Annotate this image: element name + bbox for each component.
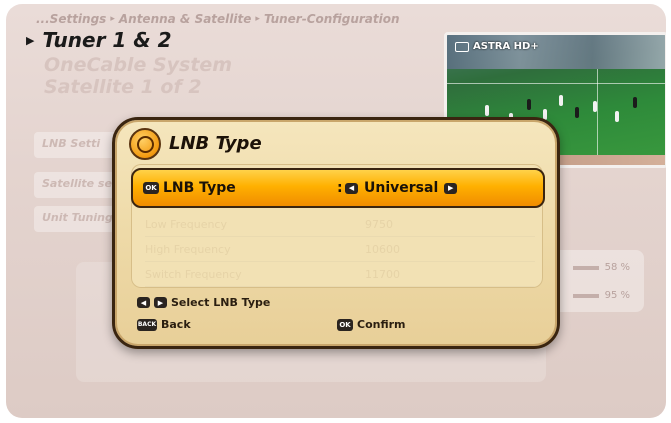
player bbox=[593, 101, 597, 112]
player bbox=[485, 105, 489, 116]
confirm-hint-text: Confirm bbox=[357, 318, 406, 331]
row-value: 10600 bbox=[365, 242, 400, 256]
breadcrumb-item-settings[interactable]: ...Settings bbox=[36, 12, 106, 26]
lnb-type-value[interactable]: ◀ Universal ▶ bbox=[345, 180, 458, 196]
quality-bar bbox=[572, 293, 599, 298]
breadcrumb-item-tuner-config[interactable]: Tuner-Configuration bbox=[264, 12, 400, 26]
breadcrumb: ...Settings ▸ Antenna & Satellite ▸ Tune… bbox=[36, 12, 400, 26]
player bbox=[615, 111, 619, 122]
row-value: 9750 bbox=[365, 217, 393, 231]
system-subtitle: OneCable System bbox=[44, 54, 233, 76]
row-label: High Frequency bbox=[145, 242, 231, 256]
signal-value: 58 % bbox=[604, 262, 630, 273]
tv-icon bbox=[455, 41, 469, 52]
channel-name: ASTRA HD+ bbox=[473, 41, 539, 52]
lnb-type-row[interactable]: OK LNB Type : ◀ Universal ▶ bbox=[131, 168, 545, 208]
back-hint[interactable]: BACK Back bbox=[137, 318, 191, 331]
back-key-icon: BACK bbox=[137, 318, 157, 331]
confirm-hint[interactable]: OK Confirm bbox=[337, 318, 406, 331]
page-title: ▶ Tuner 1 & 2 bbox=[26, 28, 172, 52]
row-label: Switch Frequency bbox=[145, 267, 242, 281]
signal-bar bbox=[572, 265, 599, 270]
breadcrumb-separator-icon: ▸ bbox=[255, 14, 260, 24]
lnb-type-value-text: Universal bbox=[364, 180, 439, 196]
arrow-right-icon[interactable]: ▶ bbox=[444, 182, 458, 194]
pitch-line bbox=[597, 69, 598, 159]
select-hint: ◀ ▶ Select LNB Type bbox=[137, 296, 270, 309]
arrow-right-icon: ▶ bbox=[154, 297, 167, 308]
back-hint-text: Back bbox=[161, 318, 191, 331]
row-label: Low Frequency bbox=[145, 217, 227, 231]
breadcrumb-separator-icon: ▸ bbox=[110, 14, 115, 24]
lnb-type-dialog: LNB Type OK LNB Type : ◀ Universal ▶ Low… bbox=[112, 117, 560, 349]
arrow-right-icon: ▶ bbox=[26, 33, 35, 47]
dialog-title: LNB Type bbox=[169, 133, 262, 154]
channel-badge: ASTRA HD+ bbox=[455, 41, 539, 52]
quality-value: 95 % bbox=[604, 290, 630, 301]
quality-meter: 95 % bbox=[572, 290, 630, 301]
player bbox=[527, 99, 531, 110]
satellite-subtitle: Satellite 1 of 2 bbox=[44, 76, 202, 98]
arrow-left-icon: ◀ bbox=[137, 297, 150, 308]
pitch-line bbox=[447, 83, 665, 84]
breadcrumb-item-antenna[interactable]: Antenna & Satellite bbox=[119, 12, 252, 26]
player bbox=[633, 97, 637, 108]
ok-key-icon: OK bbox=[337, 318, 353, 331]
signal-panel: 58 % 95 % bbox=[546, 250, 644, 312]
ok-key-icon: OK bbox=[143, 182, 159, 194]
satellite-settings-icon bbox=[129, 128, 161, 160]
row-value: 11700 bbox=[365, 267, 400, 281]
lnb-type-label: LNB Type bbox=[163, 180, 236, 196]
player bbox=[575, 107, 579, 118]
signal-meter: 58 % bbox=[572, 262, 630, 273]
high-frequency-row: High Frequency 10600 bbox=[145, 237, 535, 262]
switch-frequency-row: Switch Frequency 11700 bbox=[145, 262, 535, 287]
low-frequency-row: Low Frequency 9750 bbox=[145, 212, 535, 237]
select-hint-text: Select LNB Type bbox=[171, 296, 271, 309]
arrow-left-icon[interactable]: ◀ bbox=[345, 182, 358, 194]
page-title-text: Tuner 1 & 2 bbox=[42, 28, 172, 52]
options-list: OK LNB Type : ◀ Universal ▶ Low Frequenc… bbox=[131, 164, 545, 288]
player bbox=[559, 95, 563, 106]
colon: : bbox=[337, 180, 343, 196]
